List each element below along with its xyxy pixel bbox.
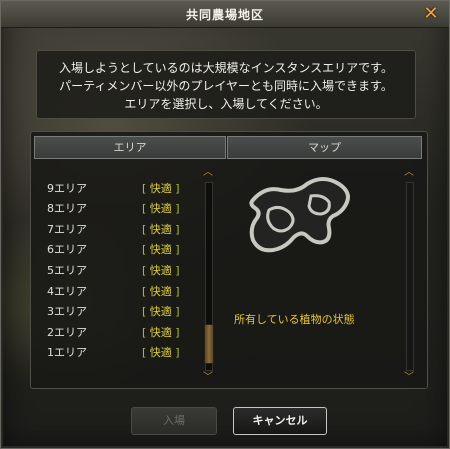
area-name: 9エリア: [47, 182, 87, 195]
area-row-9[interactable]: 9エリア [ 快適 ]: [31, 178, 211, 196]
area-row-5[interactable]: 5エリア [ 快適 ]: [31, 260, 211, 278]
area-row-3[interactable]: 3エリア [ 快適 ]: [31, 301, 211, 319]
area-name: 1エリア: [47, 346, 87, 359]
chevron-down-icon[interactable]: ﹀: [202, 373, 214, 383]
area-selection-panel: エリア マップ 9エリア [ 快適 ] 8エリア [ 快適 ] 7エリア [ 快…: [30, 131, 428, 389]
area-row-1[interactable]: 1エリア [ 快適 ]: [31, 342, 211, 360]
map-scrollbar[interactable]: ︿ ﹀: [403, 168, 415, 383]
scroll-thumb[interactable]: [204, 324, 214, 364]
message-box: 入場しようとしているのは大規模なインスタンスエリアです。 パーティメンバー以外の…: [36, 50, 416, 119]
chevron-down-icon[interactable]: ﹀: [403, 373, 415, 383]
chevron-up-icon[interactable]: ︿: [202, 168, 214, 178]
area-name: 3エリア: [47, 305, 87, 318]
dialog-title: 共同農場地区: [185, 8, 264, 22]
message-line-2: パーティメンバー以外のプレイヤーとも同時に入場できます。: [59, 79, 393, 93]
scroll-track[interactable]: [406, 182, 414, 371]
area-row-2[interactable]: 2エリア [ 快適 ]: [31, 322, 211, 340]
area-status: [ 快適 ]: [142, 223, 180, 236]
area-column-header: エリア: [34, 136, 226, 159]
area-name: 5エリア: [47, 264, 87, 277]
area-name: 6エリア: [47, 243, 87, 256]
area-status: [ 快適 ]: [142, 202, 180, 215]
area-name: 8エリア: [47, 202, 87, 215]
chevron-up-icon[interactable]: ︿: [403, 168, 415, 178]
area-status: [ 快適 ]: [142, 264, 180, 277]
instance-area-dialog: 共同農場地区 ✕ 入場しようとしているのは大規模なインスタンスエリアです。 パー…: [0, 0, 450, 449]
area-name: 7エリア: [47, 223, 87, 236]
enter-button[interactable]: 入場: [131, 407, 217, 435]
area-row-4[interactable]: 4エリア [ 快適 ]: [31, 281, 211, 299]
area-name: 4エリア: [47, 285, 87, 298]
map-column-header: マップ: [227, 136, 422, 159]
message-line-3: エリアを選択し、入場してください。: [124, 97, 328, 111]
area-name: 2エリア: [47, 326, 87, 339]
area-status: [ 快適 ]: [142, 305, 180, 318]
close-icon[interactable]: ✕: [421, 4, 441, 24]
farm-map-icon: [249, 177, 350, 253]
area-status: [ 快適 ]: [142, 182, 180, 195]
message-line-1: 入場しようとしているのは大規模なインスタンスエリアです。: [59, 61, 393, 75]
cancel-button[interactable]: キャンセル: [233, 407, 327, 435]
title-bar[interactable]: 共同農場地区 ✕: [1, 1, 449, 28]
area-status: [ 快適 ]: [142, 243, 180, 256]
area-status: [ 快適 ]: [142, 285, 180, 298]
area-row-6[interactable]: 6エリア [ 快適 ]: [31, 239, 211, 257]
area-row-8[interactable]: 8エリア [ 快適 ]: [31, 198, 211, 216]
area-status: [ 快適 ]: [142, 326, 180, 339]
area-list-scrollbar[interactable]: ︿ ﹀: [202, 168, 214, 383]
map-caption: 所有している植物の状態: [234, 313, 355, 326]
area-status: [ 快適 ]: [142, 346, 180, 359]
area-row-7[interactable]: 7エリア [ 快適 ]: [31, 219, 211, 237]
